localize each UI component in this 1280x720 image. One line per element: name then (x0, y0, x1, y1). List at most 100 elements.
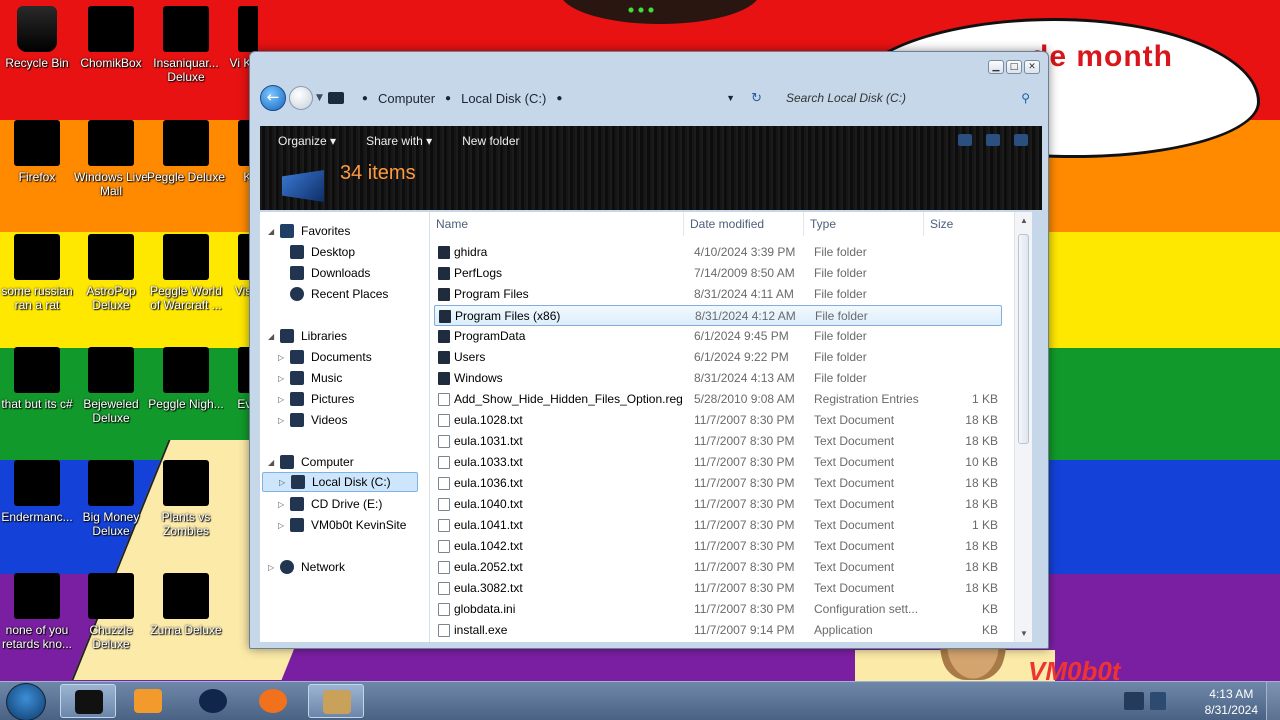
address-bar[interactable]: ● Computer ● Local Disk (C:) ● ▼ (327, 86, 735, 110)
expand-arrow-icon[interactable]: ▷ (278, 500, 290, 509)
nav-libraries[interactable]: ◢ Libraries (268, 326, 347, 346)
share-with-menu[interactable]: Share with ▾ (366, 134, 432, 148)
table-row[interactable]: Windows 8/31/2024 4:13 AM File folder (434, 368, 1002, 389)
nav-computer[interactable]: ◢ Computer (268, 452, 354, 472)
search-icon[interactable]: ⚲ (1021, 91, 1030, 105)
desktop-icon-endermanch[interactable]: Endermanc... (0, 460, 77, 524)
desktop-icon-astropop[interactable]: AstroPop Deluxe (71, 234, 151, 312)
scroll-down-icon[interactable]: ▼ (1015, 629, 1033, 638)
desktop-icon-live-mail[interactable]: Windows Live Mail (71, 120, 151, 198)
desktop-icon-zuma[interactable]: Zuma Deluxe (146, 573, 226, 637)
taskbar-media-player[interactable] (120, 684, 176, 718)
folder-icon (439, 310, 451, 323)
taskbar-globe[interactable] (185, 684, 241, 718)
table-row[interactable]: install.exe 11/7/2007 9:14 PM Application K… (434, 620, 1002, 641)
nav-local-disk[interactable]: ▷ Local Disk (C:) (262, 472, 418, 492)
expand-arrow-icon[interactable]: ▷ (278, 416, 290, 425)
new-folder-button[interactable]: New folder (462, 134, 519, 148)
taskbar-firefox[interactable] (245, 684, 301, 718)
expand-arrow-icon[interactable]: ▷ (278, 395, 290, 404)
column-header-type[interactable]: Type (804, 212, 924, 236)
search-input[interactable]: Search Local Disk (C:) ⚲ (778, 86, 1038, 110)
table-row[interactable]: Program Files 8/31/2024 4:11 AM File folde… (434, 284, 1002, 305)
nav-music[interactable]: ▷ Music (278, 368, 342, 388)
table-row[interactable]: PerfLogs 7/14/2009 8:50 AM File folder (434, 263, 1002, 284)
vertical-scrollbar[interactable]: ▲ ▼ (1014, 212, 1032, 642)
table-row[interactable]: eula.1040.txt 11/7/2007 8:30 PM Text Docum… (434, 494, 1002, 515)
expand-arrow-icon[interactable]: ▷ (278, 353, 290, 362)
collapse-arrow-icon[interactable]: ◢ (268, 227, 280, 236)
table-row[interactable]: Users 6/1/2024 9:22 PM File folder (434, 347, 1002, 368)
help-icon[interactable] (1014, 134, 1028, 146)
table-row[interactable]: eula.1033.txt 11/7/2007 8:30 PM Text Docum… (434, 452, 1002, 473)
nav-documents[interactable]: ▷ Documents (278, 347, 372, 367)
preview-pane-icon[interactable] (986, 134, 1000, 146)
expand-arrow-icon[interactable]: ▷ (268, 563, 280, 572)
refresh-icon[interactable]: ↻ (751, 91, 762, 106)
nav-cd-drive[interactable]: ▷ CD Drive (E:) (278, 494, 382, 514)
nav-pictures[interactable]: ▷ Pictures (278, 389, 354, 409)
table-row[interactable]: eula.2052.txt 11/7/2007 8:30 PM Text Docum… (434, 557, 1002, 578)
table-row[interactable]: eula.1042.txt 11/7/2007 8:30 PM Text Docum… (434, 536, 1002, 557)
cd-drive-icon (290, 497, 304, 511)
collapse-arrow-icon[interactable]: ◢ (268, 458, 280, 467)
file-date: 11/7/2007 9:14 PM (694, 623, 795, 637)
expand-arrow-icon[interactable]: ▷ (278, 374, 290, 383)
organize-menu[interactable]: Organize ▾ (278, 134, 336, 148)
nav-kevinsite[interactable]: ▷ VM0b0t KevinSite (278, 515, 406, 535)
desktop-icon-plants-vs-zombies[interactable]: Plants vs Zombies (146, 460, 226, 538)
nav-videos[interactable]: ▷ Videos (278, 410, 347, 430)
column-header-date[interactable]: Date modified (684, 212, 804, 236)
scrollbar-thumb[interactable] (1018, 234, 1029, 444)
table-row[interactable]: eula.1028.txt 11/7/2007 8:30 PM Text Docum… (434, 410, 1002, 431)
views-icon[interactable] (958, 134, 972, 146)
nav-desktop[interactable]: Desktop (290, 242, 355, 262)
nav-recent-places[interactable]: Recent Places (290, 284, 388, 304)
table-row[interactable]: eula.1031.txt 11/7/2007 8:30 PM Text Docum… (434, 431, 1002, 452)
desktop-icon-recycle-bin[interactable]: Recycle Bin (0, 6, 77, 70)
desktop-icon-csharp[interactable]: that but its c# (0, 347, 77, 411)
nav-downloads[interactable]: Downloads (290, 263, 370, 283)
desktop-icon-bejeweled[interactable]: Bejeweled Deluxe (71, 347, 151, 425)
chomikbox-icon (88, 6, 134, 52)
table-row[interactable]: eula.1041.txt 11/7/2007 8:30 PM Text Docum… (434, 515, 1002, 536)
breadcrumb-computer[interactable]: Computer (378, 91, 435, 106)
column-header-name[interactable]: Name (430, 212, 684, 236)
show-desktop-button[interactable] (1266, 682, 1280, 720)
minimize-button[interactable]: ▁ (988, 60, 1004, 74)
recent-pages-dropdown[interactable]: ▼ (316, 93, 323, 103)
table-row[interactable]: ProgramData 6/1/2024 9:45 PM File folder (434, 326, 1002, 347)
clock[interactable]: 4:13 AM 8/31/2024 (1205, 686, 1258, 718)
table-row[interactable]: eula.3082.txt 11/7/2007 8:30 PM Text Docum… (434, 578, 1002, 599)
volume-tray-icon[interactable] (1150, 692, 1166, 710)
maximize-button[interactable]: □ (1006, 60, 1022, 74)
nav-favorites[interactable]: ◢ Favorites (268, 221, 350, 241)
desktop-icon-firefox[interactable]: Firefox (0, 120, 77, 184)
desktop-icon-chomikbox[interactable]: ChomikBox (71, 6, 151, 70)
table-row[interactable]: eula.1036.txt 11/7/2007 8:30 PM Text Docum… (434, 473, 1002, 494)
breadcrumb-local-disk[interactable]: Local Disk (C:) (461, 91, 546, 106)
nav-network[interactable]: ▷ Network (268, 557, 345, 577)
taskbar-chomikbox[interactable] (308, 684, 364, 718)
table-row[interactable]: ghidra 4/10/2024 3:39 PM File folder (434, 242, 1002, 263)
start-button[interactable] (6, 683, 46, 720)
collapse-arrow-icon[interactable]: ◢ (268, 332, 280, 341)
desktop-icon-chuzzle[interactable]: Chuzzle Deluxe (71, 573, 151, 651)
back-button[interactable]: ← (260, 85, 286, 111)
address-dropdown-icon[interactable]: ▼ (726, 93, 735, 103)
table-row[interactable]: Add_Show_Hide_Hidden_Files_Option.reg 5/2… (434, 389, 1002, 410)
close-button[interactable]: ✕ (1024, 60, 1040, 74)
table-row[interactable]: Program Files (x86) 8/31/2024 4:12 AM File… (434, 305, 1002, 326)
network-tray-icon[interactable] (1124, 692, 1144, 710)
file-icon (438, 393, 450, 406)
table-row[interactable]: globdata.ini 11/7/2007 8:30 PM Configurati… (434, 599, 1002, 620)
taskbar-explorer[interactable] (60, 684, 116, 718)
column-header-size[interactable]: Size (924, 212, 1004, 236)
desktop-icon-none-of-you[interactable]: none of you retards kno... (0, 573, 77, 651)
scroll-up-icon[interactable]: ▲ (1015, 216, 1033, 225)
desktop-icon-russian-rat[interactable]: some russian ran a rat (0, 234, 77, 312)
expand-arrow-icon[interactable]: ▷ (278, 521, 290, 530)
forward-button[interactable] (289, 86, 313, 110)
desktop-icon-big-money[interactable]: Big Money Deluxe (71, 460, 151, 538)
expand-arrow-icon[interactable]: ▷ (279, 478, 291, 487)
